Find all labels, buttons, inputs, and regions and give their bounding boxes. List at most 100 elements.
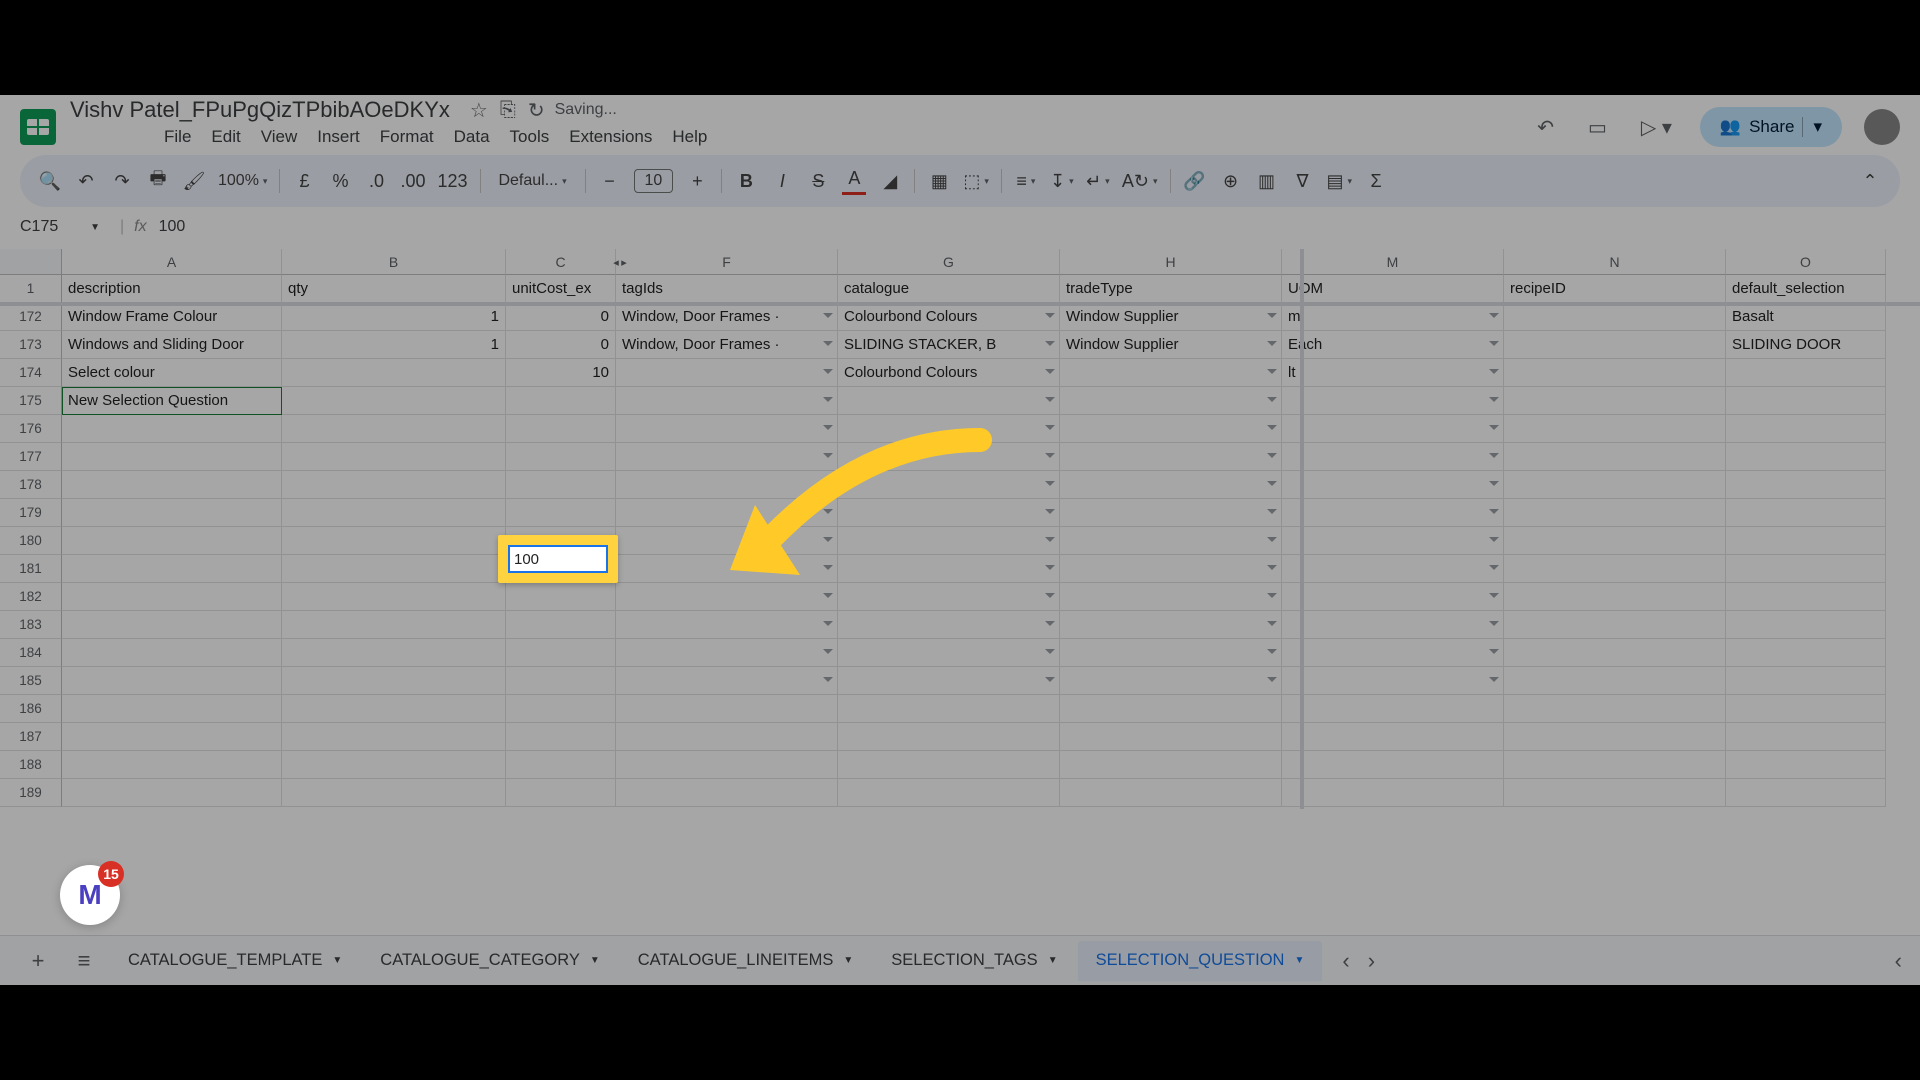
cell[interactable] bbox=[282, 387, 506, 415]
row-header-174[interactable]: 174 bbox=[0, 359, 62, 387]
row-header-184[interactable]: 184 bbox=[0, 639, 62, 667]
cell[interactable] bbox=[62, 639, 282, 667]
font-size-input[interactable]: 10 bbox=[634, 169, 674, 193]
cell[interactable] bbox=[838, 779, 1060, 807]
cell[interactable] bbox=[1060, 415, 1282, 443]
cell[interactable] bbox=[1504, 331, 1726, 359]
cell[interactable] bbox=[62, 751, 282, 779]
cell[interactable] bbox=[1282, 471, 1504, 499]
cell[interactable] bbox=[1060, 723, 1282, 751]
cell[interactable]: Window, Door Frames · bbox=[616, 303, 838, 331]
cell[interactable] bbox=[62, 667, 282, 695]
cell[interactable] bbox=[1282, 695, 1504, 723]
col-header-A[interactable]: A bbox=[62, 249, 282, 275]
cell[interactable]: Basalt bbox=[1726, 303, 1886, 331]
move-icon[interactable]: ⎘ bbox=[500, 99, 516, 122]
print-icon[interactable]: 🖶 bbox=[146, 167, 170, 195]
cell[interactable] bbox=[1282, 499, 1504, 527]
cell[interactable] bbox=[62, 415, 282, 443]
zoom-select[interactable]: 100% bbox=[218, 167, 267, 195]
cell[interactable]: Each bbox=[1282, 331, 1504, 359]
h-align-button[interactable]: ≡ bbox=[1014, 167, 1038, 195]
cell[interactable] bbox=[282, 415, 506, 443]
cell[interactable] bbox=[616, 751, 838, 779]
cell[interactable] bbox=[838, 387, 1060, 415]
header-cell[interactable]: tagIds bbox=[616, 275, 838, 303]
formula-input[interactable]: 100 bbox=[159, 218, 186, 236]
cell[interactable] bbox=[616, 723, 838, 751]
cell[interactable] bbox=[62, 779, 282, 807]
header-cell[interactable]: recipeID bbox=[1504, 275, 1726, 303]
cell[interactable] bbox=[1504, 499, 1726, 527]
cell[interactable] bbox=[506, 611, 616, 639]
cell[interactable]: Windows and Sliding Door bbox=[62, 331, 282, 359]
row-header-176[interactable]: 176 bbox=[0, 415, 62, 443]
cell[interactable] bbox=[1060, 639, 1282, 667]
row-header-175[interactable]: 175 bbox=[0, 387, 62, 415]
row-header-180[interactable]: 180 bbox=[0, 527, 62, 555]
menu-extensions[interactable]: Extensions bbox=[561, 123, 660, 151]
row-header-181[interactable]: 181 bbox=[0, 555, 62, 583]
cell[interactable] bbox=[616, 639, 838, 667]
share-button[interactable]: 👥 Share ▾ bbox=[1700, 107, 1842, 147]
merge-button[interactable]: ⬚ bbox=[963, 167, 989, 195]
cell[interactable] bbox=[1282, 527, 1504, 555]
cell[interactable]: Window, Door Frames · bbox=[616, 331, 838, 359]
all-sheets-button[interactable]: ≡ bbox=[64, 943, 104, 979]
cell[interactable] bbox=[616, 779, 838, 807]
cell[interactable]: Window Supplier bbox=[1060, 303, 1282, 331]
functions-button[interactable]: Σ bbox=[1364, 167, 1388, 195]
cell-edit-input[interactable] bbox=[508, 545, 608, 573]
row-header-182[interactable]: 182 bbox=[0, 583, 62, 611]
cell[interactable] bbox=[282, 611, 506, 639]
cell[interactable]: 1 bbox=[282, 331, 506, 359]
cell[interactable] bbox=[1504, 359, 1726, 387]
cell[interactable] bbox=[1504, 303, 1726, 331]
col-header-H[interactable]: H bbox=[1060, 249, 1282, 275]
v-align-button[interactable]: ↧ bbox=[1050, 167, 1074, 195]
row-header-189[interactable]: 189 bbox=[0, 779, 62, 807]
cell[interactable] bbox=[1726, 583, 1886, 611]
menu-format[interactable]: Format bbox=[372, 123, 442, 151]
header-cell[interactable]: catalogue bbox=[838, 275, 1060, 303]
cell[interactable] bbox=[282, 723, 506, 751]
fill-color-button[interactable]: ◢ bbox=[878, 167, 902, 195]
cell[interactable] bbox=[282, 639, 506, 667]
cell[interactable] bbox=[1726, 723, 1886, 751]
menu-data[interactable]: Data bbox=[446, 123, 498, 151]
cell[interactable] bbox=[1060, 611, 1282, 639]
cell[interactable] bbox=[1060, 555, 1282, 583]
currency-button[interactable]: £ bbox=[292, 167, 316, 195]
cell[interactable] bbox=[1726, 415, 1886, 443]
header-cell[interactable]: unitCost_ex bbox=[506, 275, 616, 303]
cell[interactable] bbox=[62, 527, 282, 555]
row-header-173[interactable]: 173 bbox=[0, 331, 62, 359]
cell[interactable]: m bbox=[1282, 303, 1504, 331]
cell[interactable] bbox=[506, 415, 616, 443]
col-header-B[interactable]: B bbox=[282, 249, 506, 275]
undo-icon[interactable]: ↶ bbox=[74, 167, 98, 195]
strike-button[interactable]: S bbox=[806, 167, 830, 195]
row-header-188[interactable]: 188 bbox=[0, 751, 62, 779]
comment-button[interactable]: ⊕ bbox=[1219, 167, 1243, 195]
cell[interactable] bbox=[282, 471, 506, 499]
sheet-tab-menu-icon[interactable]: ▼ bbox=[843, 955, 853, 966]
cell[interactable] bbox=[506, 779, 616, 807]
cell[interactable] bbox=[1504, 583, 1726, 611]
row-header-187[interactable]: 187 bbox=[0, 723, 62, 751]
cell[interactable] bbox=[1282, 751, 1504, 779]
row-header-186[interactable]: 186 bbox=[0, 695, 62, 723]
cell[interactable] bbox=[282, 555, 506, 583]
cell[interactable] bbox=[838, 751, 1060, 779]
cell[interactable] bbox=[282, 527, 506, 555]
decrease-decimal-button[interactable]: .0 bbox=[364, 167, 388, 195]
borders-button[interactable]: ▦ bbox=[927, 167, 951, 195]
hidden-columns-indicator[interactable]: ◂▸ bbox=[612, 249, 628, 275]
paint-format-icon[interactable]: 🖌 bbox=[182, 167, 206, 195]
share-dropdown-icon[interactable]: ▾ bbox=[1802, 117, 1822, 137]
header-cell[interactable]: tradeType bbox=[1060, 275, 1282, 303]
cell[interactable]: 0 bbox=[506, 331, 616, 359]
cell[interactable] bbox=[282, 359, 506, 387]
cell[interactable] bbox=[1726, 695, 1886, 723]
menu-file[interactable]: File bbox=[156, 123, 199, 151]
